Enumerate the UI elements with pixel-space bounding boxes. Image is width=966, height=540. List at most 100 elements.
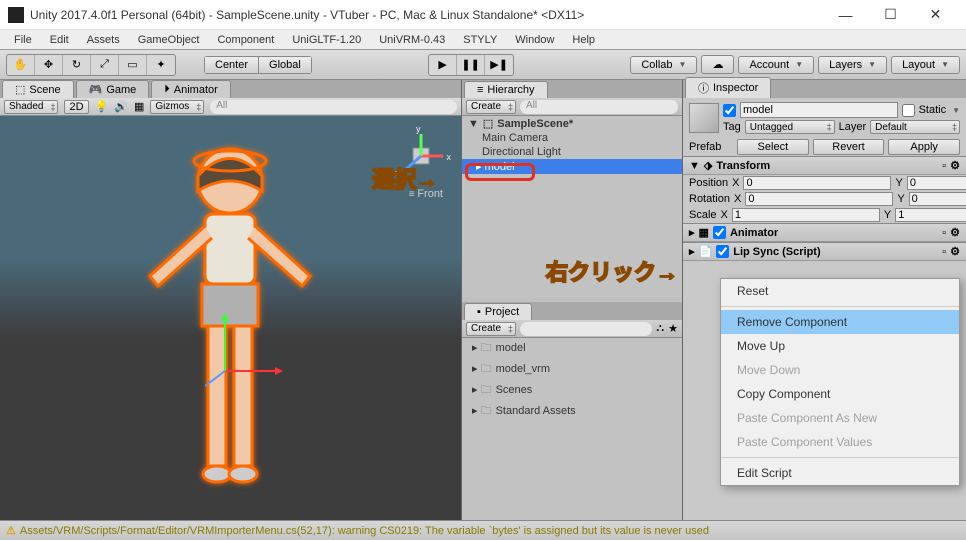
help-icon[interactable]: ▫ bbox=[942, 246, 946, 258]
rotate-tool-icon[interactable]: ↻ bbox=[63, 55, 91, 75]
tab-game[interactable]: 🎮Game bbox=[76, 80, 150, 98]
transform-gizmo[interactable] bbox=[205, 311, 285, 391]
project-item[interactable]: ▸ 🗀model_vrm bbox=[462, 359, 682, 380]
gameobject-icon[interactable] bbox=[689, 103, 719, 133]
fx-icon[interactable]: ▦ bbox=[134, 100, 144, 113]
transform-component-header[interactable]: ▼ ⬗ Transform▫ ⚙ bbox=[683, 156, 966, 175]
hierarchy-create-dropdown[interactable]: Create bbox=[466, 100, 516, 114]
name-input[interactable] bbox=[740, 102, 898, 118]
scene-view[interactable]: x y z ≡ Front bbox=[0, 116, 461, 520]
star-icon[interactable]: ★ bbox=[668, 322, 678, 335]
scale-tool-icon[interactable]: ⤢ bbox=[91, 55, 119, 75]
filter-icon[interactable]: ⛬ bbox=[656, 322, 664, 335]
close-button[interactable]: ✕ bbox=[913, 1, 958, 29]
menu-assets[interactable]: Assets bbox=[79, 32, 128, 48]
menu-component[interactable]: Component bbox=[209, 32, 282, 48]
help-icon[interactable]: ▫ bbox=[942, 227, 946, 239]
main-toolbar: ✋ ✥ ↻ ⤢ ▭ ✦ Center Global ▶ ❚❚ ▶❚ Collab… bbox=[0, 50, 966, 80]
tab-inspector[interactable]: ⓘ Inspector bbox=[685, 77, 771, 98]
pivot-global-button[interactable]: Global bbox=[259, 57, 311, 73]
warning-icon: ⚠ bbox=[6, 524, 16, 537]
hierarchy-item-light[interactable]: Directional Light bbox=[462, 145, 682, 159]
project-create-dropdown[interactable]: Create bbox=[466, 322, 516, 336]
orientation-gizmo[interactable]: x y z bbox=[391, 126, 451, 186]
shaded-dropdown[interactable]: Shaded bbox=[4, 100, 58, 114]
cloud-button[interactable]: ☁ bbox=[701, 55, 734, 74]
transform-tool-icon[interactable]: ✦ bbox=[147, 55, 175, 75]
menu-file[interactable]: File bbox=[6, 32, 40, 48]
prefab-select-button[interactable]: Select bbox=[737, 139, 809, 155]
window-title: Unity 2017.4.0f1 Personal (64bit) - Samp… bbox=[30, 8, 823, 22]
active-checkbox[interactable] bbox=[723, 104, 736, 117]
animator-comp-icon: ▦ bbox=[699, 226, 709, 239]
rot-y-input[interactable] bbox=[909, 192, 966, 206]
gizmos-dropdown[interactable]: Gizmos bbox=[150, 100, 204, 114]
script-icon: 📄 bbox=[699, 245, 713, 258]
tab-project[interactable]: ▪ Project bbox=[464, 303, 532, 320]
gear-icon[interactable]: ⚙ bbox=[950, 245, 960, 258]
scene-row[interactable]: ▼ ⬚SampleScene* bbox=[462, 116, 682, 131]
tab-animator[interactable]: ⏵Animator bbox=[151, 80, 231, 98]
menu-styly[interactable]: STYLY bbox=[455, 32, 505, 48]
hierarchy-item-camera[interactable]: Main Camera bbox=[462, 131, 682, 145]
layout-dropdown[interactable]: Layout▼ bbox=[891, 56, 960, 74]
folder-icon: 🗀 bbox=[481, 405, 492, 417]
gear-icon[interactable]: ⚙ bbox=[950, 226, 960, 239]
lighting-icon[interactable]: 💡 bbox=[95, 100, 109, 113]
pos-x-input[interactable] bbox=[743, 176, 891, 190]
ctx-move-up[interactable]: Move Up bbox=[721, 334, 959, 358]
project-item[interactable]: ▸ 🗀model bbox=[462, 338, 682, 359]
project-item[interactable]: ▸ 🗀Scenes bbox=[462, 380, 682, 401]
pos-y-input[interactable] bbox=[907, 176, 966, 190]
status-bar[interactable]: ⚠ Assets/VRM/Scripts/Format/Editor/VRMIm… bbox=[0, 520, 966, 540]
audio-icon[interactable]: 🔊 bbox=[114, 100, 128, 113]
step-button[interactable]: ▶❚ bbox=[485, 55, 513, 75]
animator-component-header[interactable]: ▸ ▦ Animator▫ ⚙ bbox=[683, 223, 966, 242]
folder-icon: 🗀 bbox=[481, 342, 492, 354]
rot-x-input[interactable] bbox=[745, 192, 893, 206]
menu-gameobject[interactable]: GameObject bbox=[130, 32, 208, 48]
lipsync-component-header[interactable]: ▸ 📄 Lip Sync (Script)▫ ⚙ bbox=[683, 242, 966, 261]
help-icon[interactable]: ▫ bbox=[942, 160, 946, 172]
gear-icon[interactable]: ⚙ bbox=[950, 159, 960, 172]
scene-search[interactable]: All bbox=[210, 100, 457, 114]
ctx-copy-component[interactable]: Copy Component bbox=[721, 382, 959, 406]
pivot-center-button[interactable]: Center bbox=[205, 57, 259, 73]
prefab-revert-button[interactable]: Revert bbox=[813, 139, 885, 155]
ctx-remove-component[interactable]: Remove Component bbox=[721, 310, 959, 334]
ctx-reset[interactable]: Reset bbox=[721, 279, 959, 303]
menu-unigltf[interactable]: UniGLTF-1.20 bbox=[284, 32, 369, 48]
scl-y-input[interactable] bbox=[895, 208, 966, 222]
static-checkbox[interactable] bbox=[902, 104, 915, 117]
unity-logo-icon bbox=[8, 7, 24, 23]
project-search[interactable] bbox=[520, 322, 652, 336]
layer-dropdown[interactable]: Default bbox=[870, 120, 960, 134]
layers-dropdown[interactable]: Layers▼ bbox=[818, 56, 887, 74]
menu-bar: File Edit Assets GameObject Component Un… bbox=[0, 30, 966, 50]
scl-x-input[interactable] bbox=[732, 208, 880, 222]
play-button[interactable]: ▶ bbox=[429, 55, 457, 75]
menu-edit[interactable]: Edit bbox=[42, 32, 77, 48]
hierarchy-item-model[interactable]: ▸ model bbox=[462, 159, 682, 174]
collab-dropdown[interactable]: Collab▼ bbox=[630, 56, 697, 74]
hand-tool-icon[interactable]: ✋ bbox=[7, 55, 35, 75]
game-icon: 🎮 bbox=[89, 83, 103, 96]
menu-univrm[interactable]: UniVRM-0.43 bbox=[371, 32, 453, 48]
rect-tool-icon[interactable]: ▭ bbox=[119, 55, 147, 75]
maximize-button[interactable]: ☐ bbox=[868, 1, 913, 29]
move-tool-icon[interactable]: ✥ bbox=[35, 55, 63, 75]
2d-toggle[interactable]: 2D bbox=[64, 100, 88, 114]
tab-scene[interactable]: ⬚Scene bbox=[2, 80, 74, 98]
menu-window[interactable]: Window bbox=[507, 32, 562, 48]
project-item[interactable]: ▸ 🗀Standard Assets bbox=[462, 401, 682, 422]
account-dropdown[interactable]: Account▼ bbox=[738, 56, 814, 74]
tab-hierarchy[interactable]: ≡ Hierarchy bbox=[464, 81, 548, 98]
tag-dropdown[interactable]: Untagged bbox=[745, 120, 835, 134]
minimize-button[interactable]: — bbox=[823, 1, 868, 29]
hierarchy-search[interactable]: All bbox=[520, 100, 678, 114]
ctx-edit-script[interactable]: Edit Script bbox=[721, 461, 959, 485]
menu-help[interactable]: Help bbox=[564, 32, 603, 48]
window-titlebar: Unity 2017.4.0f1 Personal (64bit) - Samp… bbox=[0, 0, 966, 30]
pause-button[interactable]: ❚❚ bbox=[457, 55, 485, 75]
prefab-apply-button[interactable]: Apply bbox=[888, 139, 960, 155]
